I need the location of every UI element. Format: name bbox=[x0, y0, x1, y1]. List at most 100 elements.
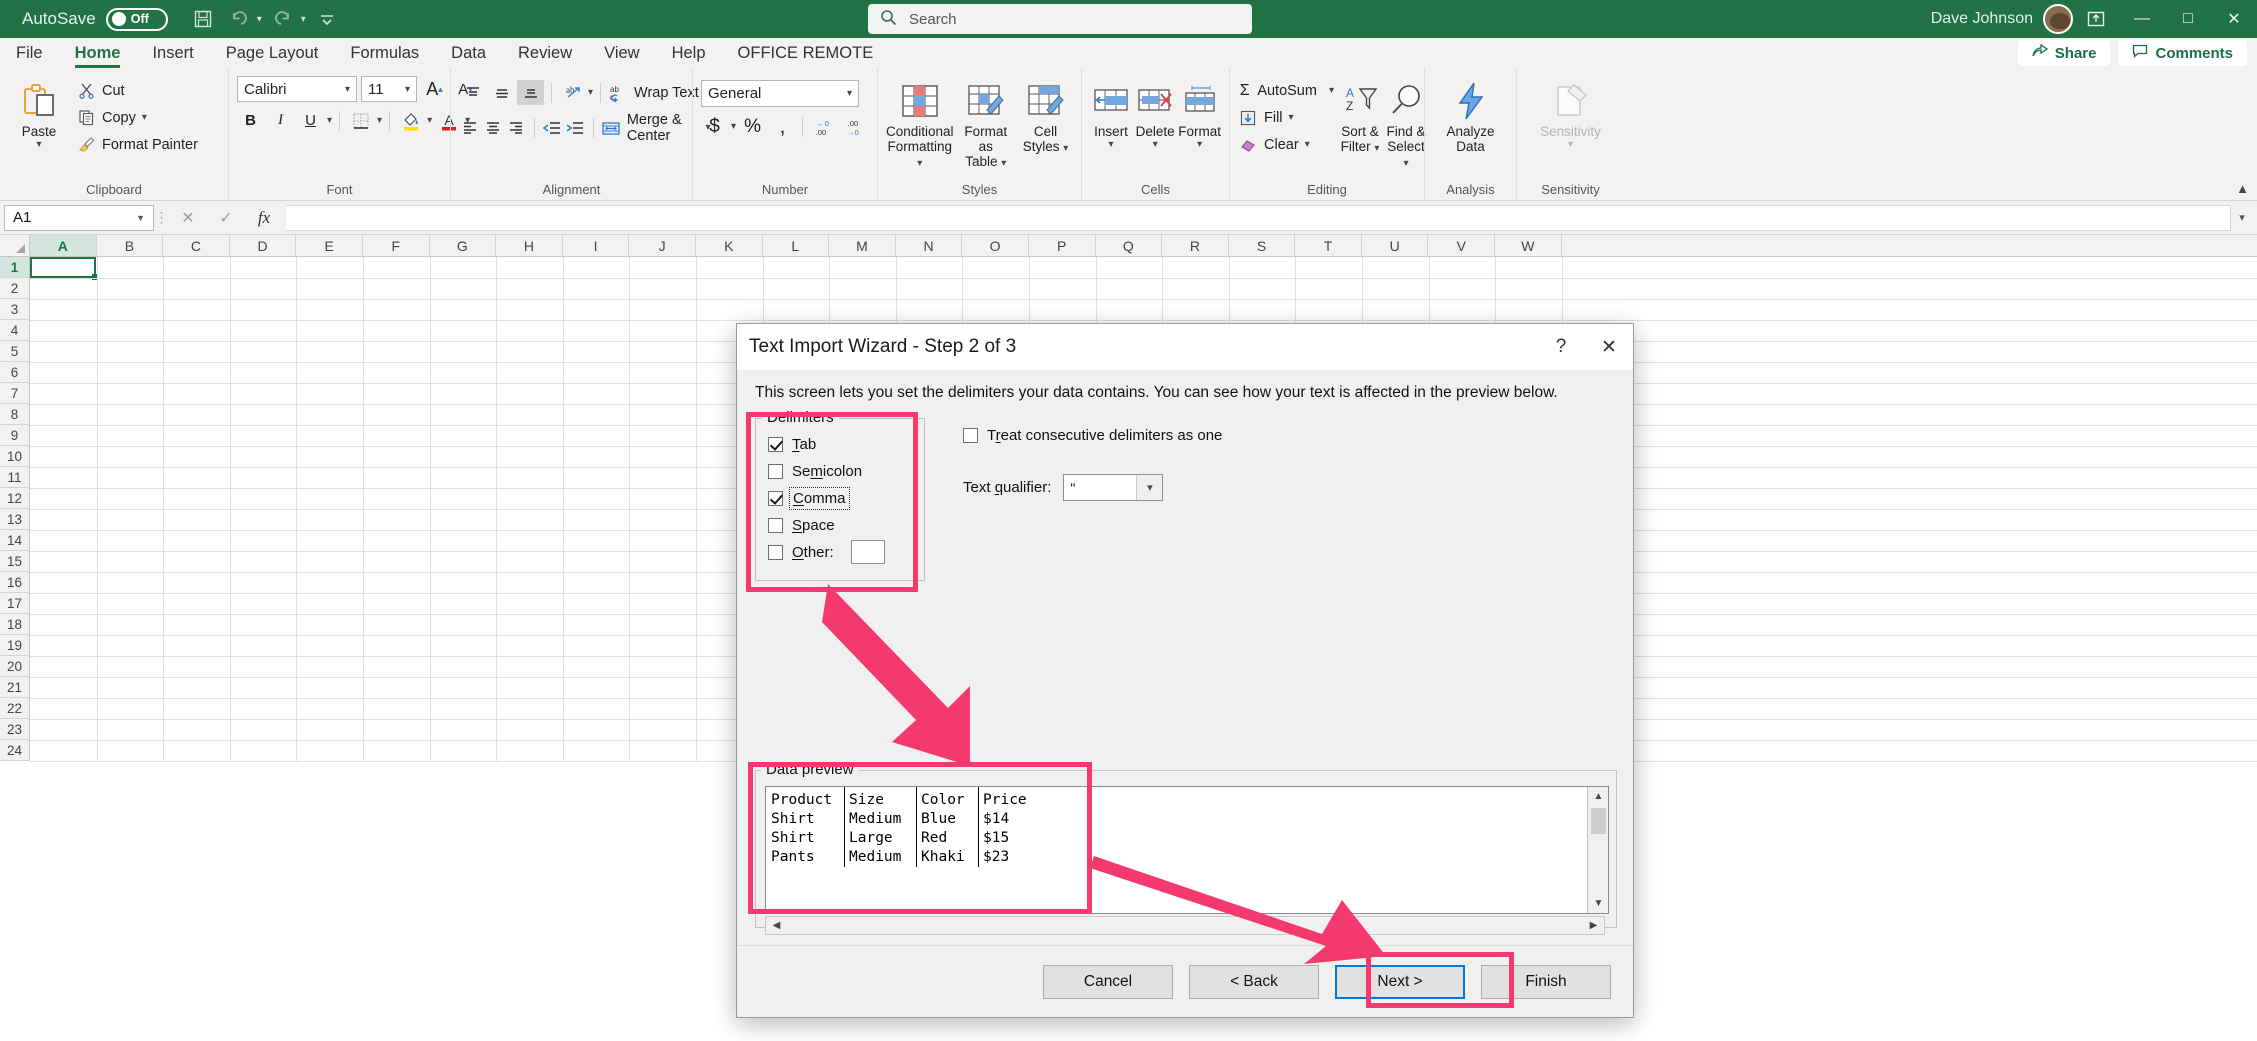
column-header-U[interactable]: U bbox=[1362, 235, 1429, 256]
redo-icon[interactable] bbox=[268, 5, 298, 33]
delimiter-semicolon-row[interactable]: Semicolon bbox=[768, 460, 914, 482]
conditional-formatting-button[interactable]: Conditional Formatting ▾ bbox=[886, 74, 954, 171]
column-header-E[interactable]: E bbox=[296, 235, 363, 256]
sensitivity-button[interactable]: Sensitivity ▾ bbox=[1529, 74, 1613, 150]
column-header-C[interactable]: C bbox=[163, 235, 230, 256]
column-header-W[interactable]: W bbox=[1495, 235, 1562, 256]
undo-icon[interactable] bbox=[224, 5, 254, 33]
row-header-6[interactable]: 6 bbox=[0, 362, 29, 383]
row-header-16[interactable]: 16 bbox=[0, 572, 29, 593]
undo-dropdown-icon[interactable]: ▾ bbox=[257, 14, 262, 25]
delimiter-other-row[interactable]: Other: bbox=[768, 540, 914, 564]
row-header-11[interactable]: 11 bbox=[0, 467, 29, 488]
sensitivity-dropdown-icon[interactable]: ▾ bbox=[1568, 139, 1573, 150]
next-button[interactable]: Next > bbox=[1335, 964, 1465, 999]
minimize-button[interactable]: — bbox=[2119, 0, 2165, 38]
column-header-O[interactable]: O bbox=[962, 235, 1029, 256]
search-input[interactable]: Search bbox=[909, 11, 957, 28]
row-header-19[interactable]: 19 bbox=[0, 635, 29, 656]
formula-input[interactable] bbox=[286, 204, 2231, 231]
row-header-15[interactable]: 15 bbox=[0, 551, 29, 572]
preview-vertical-scrollbar[interactable]: ▲ ▼ bbox=[1587, 787, 1608, 913]
tab-file[interactable]: File bbox=[0, 38, 59, 68]
delimiter-comma-checkbox[interactable] bbox=[768, 490, 783, 506]
user-name[interactable]: Dave Johnson bbox=[1931, 10, 2033, 28]
fill-dropdown-icon[interactable]: ▾ bbox=[1289, 112, 1294, 123]
row-header-22[interactable]: 22 bbox=[0, 698, 29, 719]
row-header-3[interactable]: 3 bbox=[0, 299, 29, 320]
row-header-7[interactable]: 7 bbox=[0, 383, 29, 404]
tab-data[interactable]: Data bbox=[435, 38, 502, 68]
delete-dropdown-icon[interactable]: ▾ bbox=[1153, 139, 1158, 150]
column-header-F[interactable]: F bbox=[363, 235, 430, 256]
column-header-K[interactable]: K bbox=[696, 235, 763, 256]
row-header-10[interactable]: 10 bbox=[0, 446, 29, 467]
avatar[interactable] bbox=[2043, 4, 2073, 34]
row-header-14[interactable]: 14 bbox=[0, 530, 29, 551]
column-header-A[interactable]: A bbox=[30, 235, 97, 256]
delimiter-other-input[interactable] bbox=[850, 540, 885, 564]
align-center-icon[interactable] bbox=[482, 115, 503, 140]
copy-button[interactable]: Copy ▾ bbox=[76, 105, 198, 130]
treat-consecutive-checkbox[interactable] bbox=[963, 427, 978, 443]
customize-quick-access-icon[interactable] bbox=[312, 5, 342, 33]
row-header-13[interactable]: 13 bbox=[0, 509, 29, 530]
format-as-table-button[interactable]: Format as Table ▾ bbox=[956, 74, 1016, 171]
paste-button[interactable]: Paste ▾ bbox=[8, 74, 70, 150]
tab-review[interactable]: Review bbox=[502, 38, 588, 68]
copy-dropdown-icon[interactable]: ▾ bbox=[142, 112, 147, 123]
tab-office-remote[interactable]: OFFICE REMOTE bbox=[722, 38, 890, 68]
font-name-combobox[interactable]: Calibri ▾ bbox=[237, 76, 357, 102]
ribbon-display-options-icon[interactable] bbox=[2073, 0, 2119, 38]
fill-button[interactable]: Fill ▾ bbox=[1238, 105, 1334, 130]
row-header-9[interactable]: 9 bbox=[0, 425, 29, 446]
text-qualifier-dropdown-icon[interactable]: ▾ bbox=[1136, 475, 1163, 500]
delimiter-space-checkbox[interactable] bbox=[768, 517, 783, 533]
align-left-icon[interactable] bbox=[459, 115, 480, 140]
name-box-dropdown-icon[interactable]: ▼ bbox=[136, 213, 145, 223]
fill-color-dropdown-icon[interactable]: ▾ bbox=[427, 115, 432, 126]
font-name-dropdown-icon[interactable]: ▾ bbox=[345, 84, 350, 95]
select-all-corner[interactable] bbox=[0, 235, 30, 256]
close-button[interactable]: ✕ bbox=[2211, 0, 2257, 38]
column-header-I[interactable]: I bbox=[563, 235, 630, 256]
cancel-button[interactable]: Cancel bbox=[1043, 964, 1173, 999]
underline-dropdown-icon[interactable]: ▾ bbox=[327, 115, 332, 126]
tab-formulas[interactable]: Formulas bbox=[334, 38, 435, 68]
increase-font-size-icon[interactable]: A ▴ bbox=[421, 77, 448, 102]
row-header-20[interactable]: 20 bbox=[0, 656, 29, 677]
column-header-V[interactable]: V bbox=[1428, 235, 1496, 256]
format-cells-button[interactable]: Format ▾ bbox=[1178, 74, 1221, 150]
share-button[interactable]: Share bbox=[2017, 40, 2111, 66]
column-header-S[interactable]: S bbox=[1229, 235, 1296, 256]
comma-style-button[interactable]: , bbox=[769, 114, 796, 139]
save-icon[interactable] bbox=[188, 5, 218, 33]
tab-view[interactable]: View bbox=[588, 38, 655, 68]
text-orientation-icon[interactable]: ab bbox=[559, 80, 586, 105]
column-header-B[interactable]: B bbox=[97, 235, 164, 256]
row-header-21[interactable]: 21 bbox=[0, 677, 29, 698]
text-qualifier-select[interactable]: " ▾ bbox=[1063, 474, 1164, 501]
column-header-R[interactable]: R bbox=[1162, 235, 1229, 256]
expand-formula-bar-icon[interactable]: ▾ bbox=[2231, 211, 2253, 224]
orientation-dropdown-icon[interactable]: ▾ bbox=[588, 87, 593, 98]
column-header-M[interactable]: M bbox=[829, 235, 896, 256]
preview-horizontal-scrollbar[interactable]: ◀ ▶ bbox=[765, 916, 1605, 935]
column-header-P[interactable]: P bbox=[1029, 235, 1096, 256]
font-size-dropdown-icon[interactable]: ▾ bbox=[405, 84, 410, 95]
find-select-button[interactable]: Find & Select ▾ bbox=[1386, 74, 1426, 171]
fill-color-icon[interactable] bbox=[397, 108, 424, 133]
enter-icon[interactable]: ✓ bbox=[208, 205, 244, 231]
cancel-icon[interactable]: ✕ bbox=[170, 205, 206, 231]
row-header-12[interactable]: 12 bbox=[0, 488, 29, 509]
font-size-combobox[interactable]: 11 ▾ bbox=[361, 76, 417, 102]
autosum-button[interactable]: Σ AutoSum ▾ bbox=[1238, 78, 1334, 103]
collapse-ribbon-icon[interactable]: ▲ bbox=[2236, 181, 2249, 196]
delimiter-tab-row[interactable]: Tab bbox=[768, 433, 914, 455]
italic-button[interactable]: I bbox=[267, 108, 294, 133]
active-cell-A1[interactable] bbox=[30, 257, 98, 280]
back-button[interactable]: < Back bbox=[1189, 964, 1319, 999]
column-header-G[interactable]: G bbox=[430, 235, 497, 256]
cut-button[interactable]: Cut bbox=[76, 78, 198, 103]
underline-button[interactable]: U bbox=[297, 108, 324, 133]
